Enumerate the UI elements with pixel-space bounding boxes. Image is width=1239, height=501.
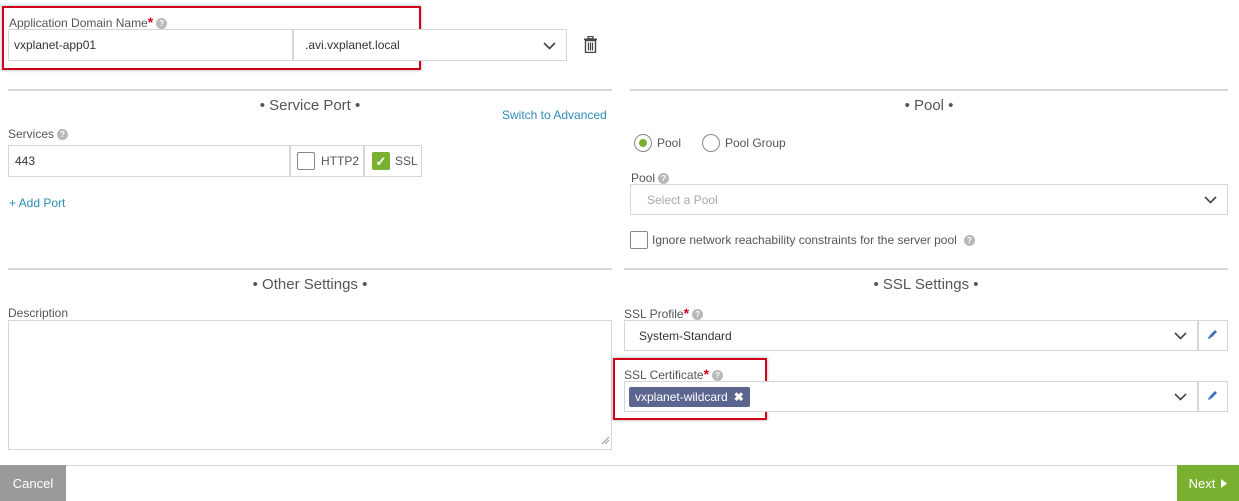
ignore-reachability-label: Ignore network reachability constraints … [652, 233, 957, 247]
ssl-cert-select[interactable]: vxplanet-wildcard ✖ [624, 381, 1198, 412]
add-port-link[interactable]: + Add Port [9, 196, 65, 210]
required-mark: * [703, 366, 710, 382]
help-icon[interactable]: ? [658, 173, 670, 184]
ssl-settings-title: • SSL Settings • [873, 276, 979, 293]
ssl-profile-select[interactable]: System-Standard [624, 320, 1198, 351]
ssl-profile-label-row: SSL Profile*? [624, 305, 704, 321]
pool-select[interactable]: Select a Pool [630, 184, 1228, 215]
app-domain-label-row: Application Domain Name*? [9, 14, 168, 30]
pool-header: • Pool • [630, 89, 1228, 115]
ssl-label: SSL [395, 154, 418, 168]
description-textarea[interactable] [8, 320, 612, 450]
description-label: Description [8, 306, 69, 320]
http2-checkbox[interactable] [297, 152, 315, 170]
cancel-button[interactable]: Cancel [0, 465, 66, 501]
chevron-down-icon [1174, 390, 1187, 404]
other-settings-header: • Other Settings • [8, 268, 612, 294]
services-label: Services [8, 127, 55, 141]
next-button[interactable]: Next [1177, 465, 1239, 501]
radio-pool[interactable]: Pool [634, 134, 681, 152]
footer-bar [0, 465, 1239, 501]
ssl-cert-edit-button[interactable] [1198, 381, 1228, 412]
http2-label: HTTP2 [321, 154, 360, 168]
radio-pool-group-label: Pool Group [725, 136, 786, 150]
app-domain-label: Application Domain Name [9, 16, 148, 30]
radio-pool-indicator[interactable] [634, 134, 652, 152]
radio-pool-group[interactable]: Pool Group [702, 134, 786, 152]
chevron-down-icon [543, 37, 556, 53]
service-port-title: • Service Port • [259, 97, 361, 114]
services-label-row: Services? [8, 127, 69, 141]
http2-toggle[interactable]: HTTP2 [290, 145, 364, 177]
domain-suffix-value: .avi.vxplanet.local [305, 38, 400, 52]
required-mark: * [147, 14, 154, 30]
switch-to-advanced-link[interactable]: Switch to Advanced [502, 108, 607, 122]
app-domain-value: vxplanet-app01 [14, 38, 97, 52]
help-icon[interactable]: ? [156, 18, 168, 29]
pool-placeholder: Select a Pool [647, 192, 718, 207]
app-domain-input[interactable]: vxplanet-app01 [8, 29, 293, 61]
radio-pool-label: Pool [657, 136, 682, 150]
other-settings-title: • Other Settings • [252, 276, 368, 293]
resize-handle-icon[interactable] [601, 434, 610, 448]
ssl-checkbox[interactable]: ✓ [372, 152, 390, 170]
caret-right-icon [1221, 476, 1228, 491]
trash-icon[interactable] [583, 35, 598, 56]
ssl-cert-label: SSL Certificate [624, 368, 704, 382]
close-icon[interactable]: ✖ [734, 390, 744, 404]
ignore-reachability-checkbox[interactable] [630, 231, 648, 249]
ssl-cert-tag-label: vxplanet-wildcard [635, 389, 728, 404]
ssl-profile-label: SSL Profile [624, 307, 684, 321]
pencil-icon [1207, 328, 1219, 343]
help-icon[interactable]: ? [57, 129, 69, 140]
help-icon[interactable]: ? [712, 370, 724, 381]
help-icon[interactable]: ? [692, 309, 704, 320]
ignore-reachability-row[interactable]: Ignore network reachability constraints … [630, 231, 975, 249]
pool-label-row: Pool? [631, 171, 670, 185]
help-icon[interactable]: ? [963, 234, 975, 246]
chevron-down-icon [1174, 329, 1187, 343]
chevron-down-icon [1204, 193, 1217, 207]
ssl-profile-value: System-Standard [639, 328, 732, 343]
pencil-icon [1207, 389, 1219, 404]
pool-title: • Pool • [904, 97, 954, 114]
ssl-cert-label-row: SSL Certificate*? [624, 366, 724, 382]
next-label: Next [1188, 475, 1216, 491]
domain-suffix-select[interactable]: .avi.vxplanet.local [293, 29, 567, 61]
pool-label: Pool [631, 171, 656, 185]
required-mark: * [683, 305, 690, 321]
port-value: 443 [15, 154, 36, 168]
ssl-toggle[interactable]: ✓ SSL [364, 145, 422, 177]
port-input[interactable]: 443 [8, 145, 290, 177]
ssl-profile-edit-button[interactable] [1198, 320, 1228, 351]
ssl-settings-header: • SSL Settings • [624, 268, 1228, 294]
ssl-cert-tag[interactable]: vxplanet-wildcard ✖ [629, 386, 750, 407]
radio-pool-group-indicator[interactable] [702, 134, 720, 152]
cancel-label: Cancel [12, 475, 54, 491]
